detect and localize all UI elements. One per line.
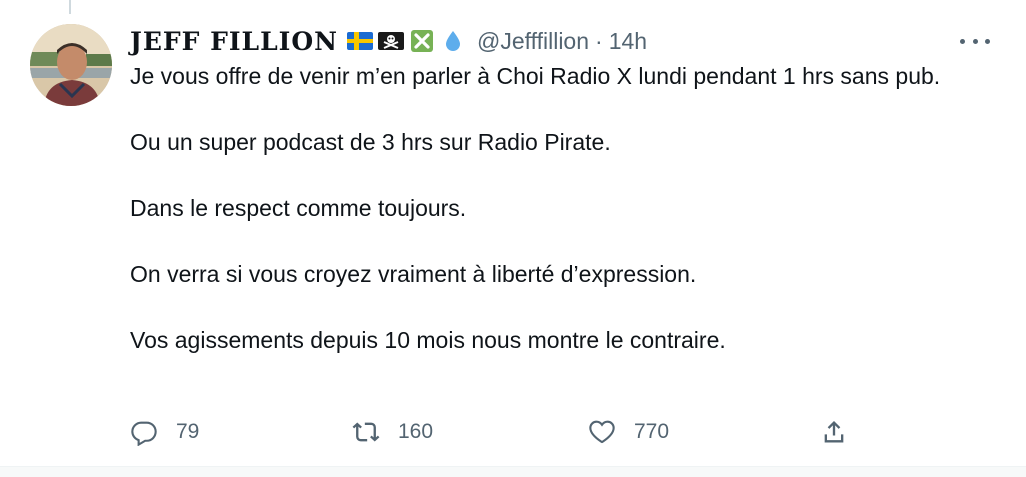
author-handle[interactable]: @Jefffillion — [477, 28, 589, 55]
tweet[interactable]: JEFF FILLION @Jefffillion · 14h Je vous … — [0, 0, 1026, 466]
sweden-flag-icon — [347, 32, 374, 50]
share-icon — [824, 421, 844, 443]
avatar[interactable] — [30, 24, 112, 106]
tweet-paragraph: Dans le respect comme toujours. — [130, 195, 467, 221]
tweet-divider — [0, 466, 1026, 477]
more-options-button[interactable] — [960, 32, 990, 50]
like-button[interactable]: 770 — [588, 418, 669, 446]
author-emojis — [346, 29, 467, 53]
retweet-icon — [352, 422, 380, 442]
tweet-text: Je vous offre de venir m’en parler à Cho… — [130, 60, 980, 390]
tweet-paragraph: On verra si vous croyez vraiment à liber… — [130, 261, 697, 287]
retweet-button[interactable]: 160 — [352, 418, 433, 446]
reply-icon — [131, 421, 157, 446]
tweet-paragraph: Vos agissements depuis 10 mois nous mont… — [130, 327, 726, 353]
reply-button[interactable]: 79 — [130, 418, 199, 446]
tweet-paragraph: Ou un super podcast de 3 hrs sur Radio P… — [130, 129, 611, 155]
retweet-count: 160 — [398, 420, 434, 443]
share-button[interactable] — [820, 418, 848, 446]
tweet-header: JEFF FILLION @Jefffillion · 14h — [130, 24, 647, 58]
cross-mark-icon — [411, 30, 434, 52]
avatar-photo — [30, 24, 112, 106]
separator-dot: · — [595, 27, 603, 54]
author-display-name[interactable]: JEFF FILLION — [130, 27, 338, 56]
more-dot — [972, 38, 978, 44]
tweet-timestamp[interactable]: 14h — [609, 28, 647, 55]
more-dot — [985, 38, 990, 44]
heart-icon — [589, 420, 615, 444]
more-dot — [960, 38, 965, 44]
tweet-paragraph: Je vous offre de venir m’en parler à Cho… — [130, 63, 941, 89]
pirate-flag-icon — [378, 32, 405, 50]
reply-count: 79 — [176, 420, 200, 443]
like-count: 770 — [634, 420, 670, 443]
tweet-actions: 79 160 770 — [130, 418, 850, 454]
droplet-icon — [446, 31, 461, 51]
